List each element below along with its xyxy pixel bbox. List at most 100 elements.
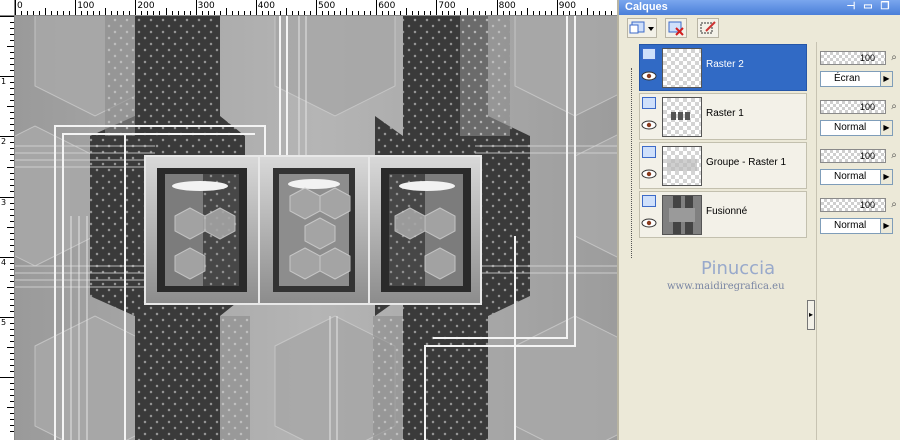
ruler-tick — [10, 214, 14, 216]
link-icon[interactable]: ⌕ — [888, 51, 900, 65]
ruler-tick — [10, 353, 14, 355]
ruler-tick — [243, 11, 245, 15]
opacity-slider[interactable]: 100 — [820, 198, 886, 212]
ruler-tick — [10, 292, 14, 294]
opacity-value: 100 — [859, 53, 875, 63]
blend-mode-select[interactable]: Normal ▶ — [820, 218, 893, 234]
ruler-tick — [159, 11, 161, 15]
ruler-tick — [316, 0, 317, 15]
ruler-tick — [63, 11, 65, 15]
ruler-corner — [0, 0, 15, 16]
minimize-icon[interactable]: ▭ — [862, 1, 874, 13]
ruler-tick — [10, 383, 14, 385]
ruler-tick — [568, 11, 570, 15]
ruler-tick — [10, 274, 14, 276]
ruler-tick — [10, 28, 14, 30]
ruler-tick — [10, 88, 14, 90]
layer-row-raster-2[interactable]: Raster 2 — [639, 44, 807, 91]
link-icon[interactable]: ⌕ — [888, 100, 900, 114]
ruler-tick — [346, 8, 348, 15]
ruler-tick — [388, 11, 390, 15]
ruler-tick — [291, 11, 293, 15]
ruler-tick — [10, 329, 14, 331]
layer-name: Fusionné — [706, 206, 748, 217]
ruler-tick — [51, 11, 53, 15]
ruler-label: 800 — [498, 1, 516, 11]
blend-mode-select[interactable]: Normal ▶ — [820, 120, 893, 136]
palette-toolbar — [619, 15, 900, 42]
ruler-tick — [10, 64, 14, 66]
visibility-eye-icon[interactable] — [641, 169, 657, 179]
dropdown-arrow-icon[interactable]: ▶ — [880, 219, 892, 233]
ruler-tick — [502, 11, 504, 15]
ruler-tick — [201, 11, 203, 15]
layer-props-raster-2: 100 ⌕ Écran ▶ — [818, 45, 900, 89]
ruler-tick — [21, 11, 23, 15]
ruler-tick — [376, 0, 378, 15]
palette-title-bar[interactable]: Calques ⊣ ▭ ❐ — [619, 0, 900, 15]
ruler-label: 400 — [257, 1, 275, 11]
ruler-tick — [183, 11, 185, 15]
canvas-area[interactable]: 0 100 200 300 400 500 600 700 800 900 1 2 3 4 5 — [0, 0, 617, 440]
blend-mode-select[interactable]: Normal ▶ — [820, 169, 893, 185]
layer-thumbnail — [662, 97, 702, 137]
image-canvas[interactable] — [0, 0, 617, 440]
ruler-tick — [189, 11, 191, 15]
ruler-tick — [225, 8, 227, 15]
ruler-tick — [10, 94, 14, 96]
ruler-tick — [10, 142, 14, 144]
ruler-tick — [93, 11, 95, 15]
ruler-tick — [10, 395, 14, 397]
opacity-value: 100 — [859, 151, 875, 161]
ruler-tick — [10, 238, 14, 240]
raster-layer-icon — [642, 195, 656, 207]
ruler-tick — [526, 8, 528, 15]
ruler-tick — [39, 11, 41, 15]
ruler-tick — [7, 166, 14, 168]
opacity-slider[interactable]: 100 — [820, 51, 886, 65]
opacity-slider[interactable]: 100 — [820, 149, 886, 163]
visibility-eye-icon[interactable] — [641, 120, 657, 130]
restore-icon[interactable]: ❐ — [879, 1, 891, 13]
blend-mode-select[interactable]: Écran ▶ — [820, 71, 893, 87]
ruler-tick — [45, 8, 47, 15]
ruler-tick — [10, 130, 14, 132]
ruler-tick — [322, 11, 324, 15]
visibility-eye-icon[interactable] — [641, 218, 657, 228]
ruler-tick — [10, 244, 14, 246]
expand-arrow-button[interactable]: ▸ — [807, 300, 815, 330]
ruler-tick — [10, 298, 14, 300]
ruler-tick — [520, 11, 522, 15]
opacity-slider[interactable]: 100 — [820, 100, 886, 114]
delete-layer-button[interactable] — [665, 18, 687, 38]
link-icon[interactable]: ⌕ — [888, 149, 900, 163]
ruler-tick — [207, 11, 209, 15]
blend-mode-value: Normal — [834, 171, 867, 182]
layer-row-raster-1[interactable]: Raster 1 — [639, 93, 807, 140]
raster-layer-icon — [642, 48, 656, 60]
ruler-tick — [10, 304, 14, 306]
layer-row-fusionne[interactable]: Fusionné — [639, 191, 807, 238]
ruler-tick — [135, 0, 137, 15]
dropdown-arrow-icon[interactable]: ▶ — [880, 72, 892, 86]
ruler-label: 500 — [318, 1, 336, 11]
ruler-tick — [99, 11, 101, 15]
edit-selection-button[interactable] — [697, 18, 719, 38]
dropdown-arrow-icon[interactable]: ▶ — [880, 121, 892, 135]
link-icon[interactable]: ⌕ — [888, 198, 900, 212]
ruler-tick — [219, 11, 221, 15]
new-layer-button[interactable] — [627, 18, 657, 38]
layer-row-groupe-raster-1[interactable]: Groupe - Raster 1 — [639, 142, 807, 189]
ruler-tick — [141, 11, 143, 15]
layers-list: Raster 2 Raster 1 Groupe - Raster 1 Fusi… — [619, 42, 817, 440]
ruler-tick — [484, 11, 486, 15]
pin-icon[interactable]: ⊣ — [845, 1, 857, 13]
ruler-tick — [81, 11, 83, 15]
ruler-label: 5 — [1, 318, 7, 327]
opacity-value: 100 — [859, 102, 875, 112]
dropdown-arrow-icon[interactable]: ▶ — [880, 170, 892, 184]
ruler-tick — [10, 431, 14, 433]
ruler-tick — [532, 11, 534, 15]
ruler-tick — [7, 106, 14, 108]
visibility-eye-icon[interactable] — [641, 71, 657, 81]
